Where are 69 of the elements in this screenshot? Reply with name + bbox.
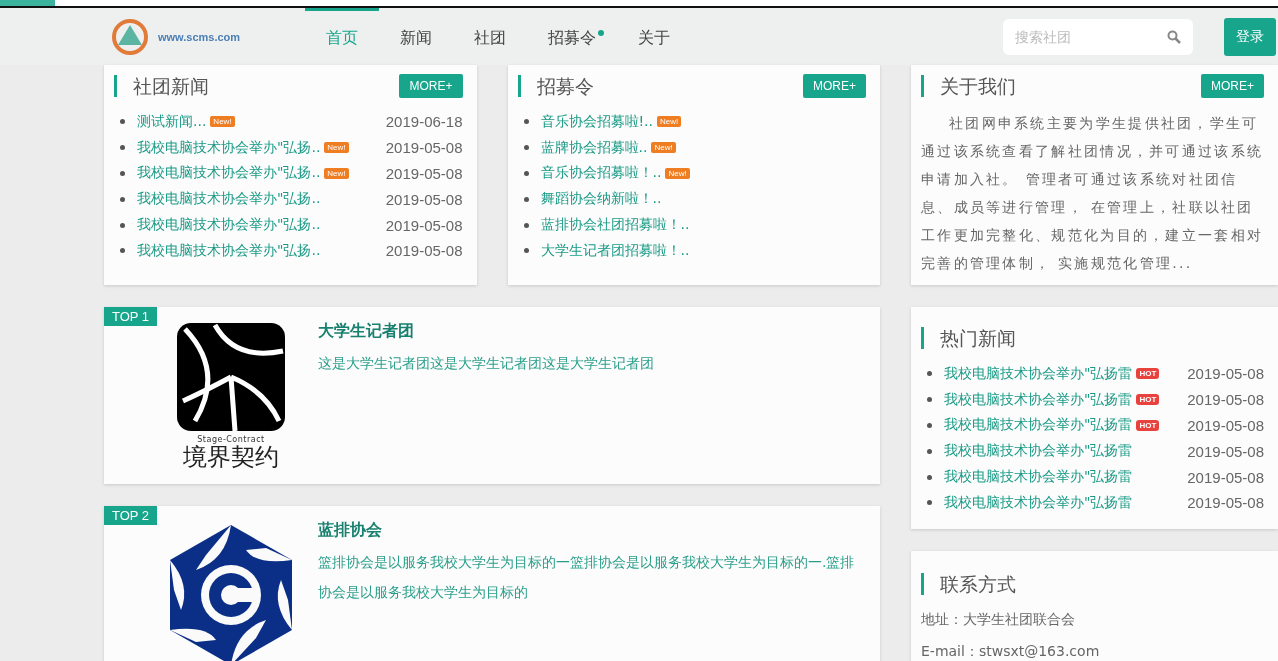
- nav-tab[interactable]: 招募令: [527, 8, 617, 65]
- login-button[interactable]: 登录: [1224, 17, 1276, 56]
- news-date: 2019-05-08: [1187, 417, 1264, 434]
- news-link[interactable]: 我校电脑技术协会举办"弘扬..: [137, 216, 321, 235]
- news-date: 2019-05-08: [385, 139, 463, 157]
- section-title: 社团新闻: [114, 75, 209, 97]
- news-link[interactable]: 测试新闻...: [137, 112, 207, 131]
- new-badge: New!: [210, 116, 235, 128]
- news-link[interactable]: 我校电脑技术协会举办"弘扬雷: [944, 416, 1133, 435]
- logo-caption: Stage-Contract: [197, 435, 265, 444]
- news-link[interactable]: 我校电脑技术协会举办"弘扬..: [137, 138, 321, 157]
- notification-dot: [598, 30, 604, 36]
- section-title: 招募令: [517, 75, 594, 97]
- nav-tab[interactable]: 社团: [453, 8, 527, 65]
- news-link[interactable]: 我校电脑技术协会举办"弘扬..: [137, 164, 321, 183]
- section-title: 关于我们: [921, 75, 1016, 97]
- club-name[interactable]: 大学生记者团: [318, 321, 866, 342]
- club-description: 篮排协会是以服务我校大学生为目标的一篮排协会是以服务我校大学生为目标的一.篮排协会是以服务我校大学生为目标的: [318, 553, 856, 602]
- nav-tab[interactable]: 关于: [617, 8, 691, 65]
- new-badge: New!: [324, 168, 349, 179]
- new-badge: New!: [665, 168, 690, 179]
- news-link[interactable]: 我校电脑技术协会举办"弘扬雷: [944, 364, 1133, 383]
- news-link[interactable]: 我校电脑技术协会举办"弘扬雷: [944, 493, 1133, 512]
- recruit-link[interactable]: 音乐协会招募啦!..: [540, 112, 653, 131]
- search-field[interactable]: 搜索社团: [1003, 18, 1193, 55]
- section-title: 联系方式: [921, 573, 1016, 595]
- more-button[interactable]: MORE+: [803, 74, 866, 98]
- contact-line: 地址：大学生社团联合会: [921, 610, 1076, 629]
- club-name[interactable]: 蓝排协会: [318, 520, 866, 541]
- about-text: 社团网申系统主要为学生提供社团，学生可通过该系统查看了解社团情况，并可通过该系统申请加入社。 管理者可通过该系统对社团信息、成员等进行管理， 在管理上，社联以社团工作更加完整化、规范化为目的，建立一套相对完善的管理体制， 实施规范化管理...: [921, 114, 1264, 273]
- news-date: 2019-05-08: [385, 165, 463, 182]
- news-link[interactable]: 我校电脑技术协会举办"弘扬雷: [944, 468, 1133, 487]
- recruit-link[interactable]: 音乐协会招募啦！..: [540, 164, 662, 183]
- logo-icon: [110, 16, 150, 57]
- news-link[interactable]: 我校电脑技术协会举办"弘扬..: [137, 190, 321, 209]
- recruit-link[interactable]: 蓝排协会社团招募啦！..: [540, 216, 690, 235]
- news-date: 2019-06-18: [385, 113, 463, 131]
- recruit-link[interactable]: 舞蹈协会纳新啦！..: [540, 190, 662, 209]
- news-date: 2019-05-08: [1187, 442, 1264, 460]
- news-date: 2019-05-08: [1187, 365, 1264, 383]
- new-badge: New!: [657, 116, 682, 128]
- hot-badge: HOT: [1136, 394, 1160, 406]
- rank-badge: TOP 2: [104, 506, 158, 525]
- contact-line: E-mail：stwsxt@163.com: [921, 642, 1101, 661]
- news-link[interactable]: 我校电脑技术协会举办"弘扬..: [137, 241, 321, 260]
- more-button[interactable]: MORE+: [399, 74, 463, 98]
- news-date: 2019-05-08: [385, 216, 463, 234]
- recruit-link[interactable]: 大学生记者团招募啦！..: [540, 241, 690, 260]
- club-logo-icon: [175, 321, 287, 433]
- news-date: 2019-05-08: [1187, 391, 1264, 409]
- section-title: 热门新闻: [921, 327, 1016, 349]
- news-date: 2019-05-08: [1187, 494, 1264, 512]
- logo-text[interactable]: www.scms.com: [158, 30, 241, 43]
- news-date: 2019-05-08: [385, 190, 463, 208]
- rank-badge: TOP 1: [104, 307, 158, 326]
- news-link[interactable]: 我校电脑技术协会举办"弘扬雷: [944, 442, 1133, 461]
- nav-tab[interactable]: 新闻: [379, 8, 453, 65]
- new-badge: New!: [651, 142, 676, 154]
- new-badge: New!: [324, 142, 349, 154]
- news-link[interactable]: 我校电脑技术协会举办"弘扬雷: [944, 390, 1133, 409]
- hot-badge: HOT: [1136, 420, 1160, 431]
- logo-caption: 境界契约: [183, 444, 279, 470]
- more-button[interactable]: MORE+: [1201, 74, 1264, 98]
- search-icon: [1167, 29, 1181, 44]
- hot-badge: HOT: [1136, 368, 1160, 380]
- recruit-link[interactable]: 蓝牌协会招募啦..: [540, 138, 648, 157]
- news-date: 2019-05-08: [1187, 468, 1264, 486]
- club-description: 这是大学生记者团这是大学生记者团这是大学生记者团: [318, 354, 655, 373]
- news-date: 2019-05-08: [385, 242, 463, 260]
